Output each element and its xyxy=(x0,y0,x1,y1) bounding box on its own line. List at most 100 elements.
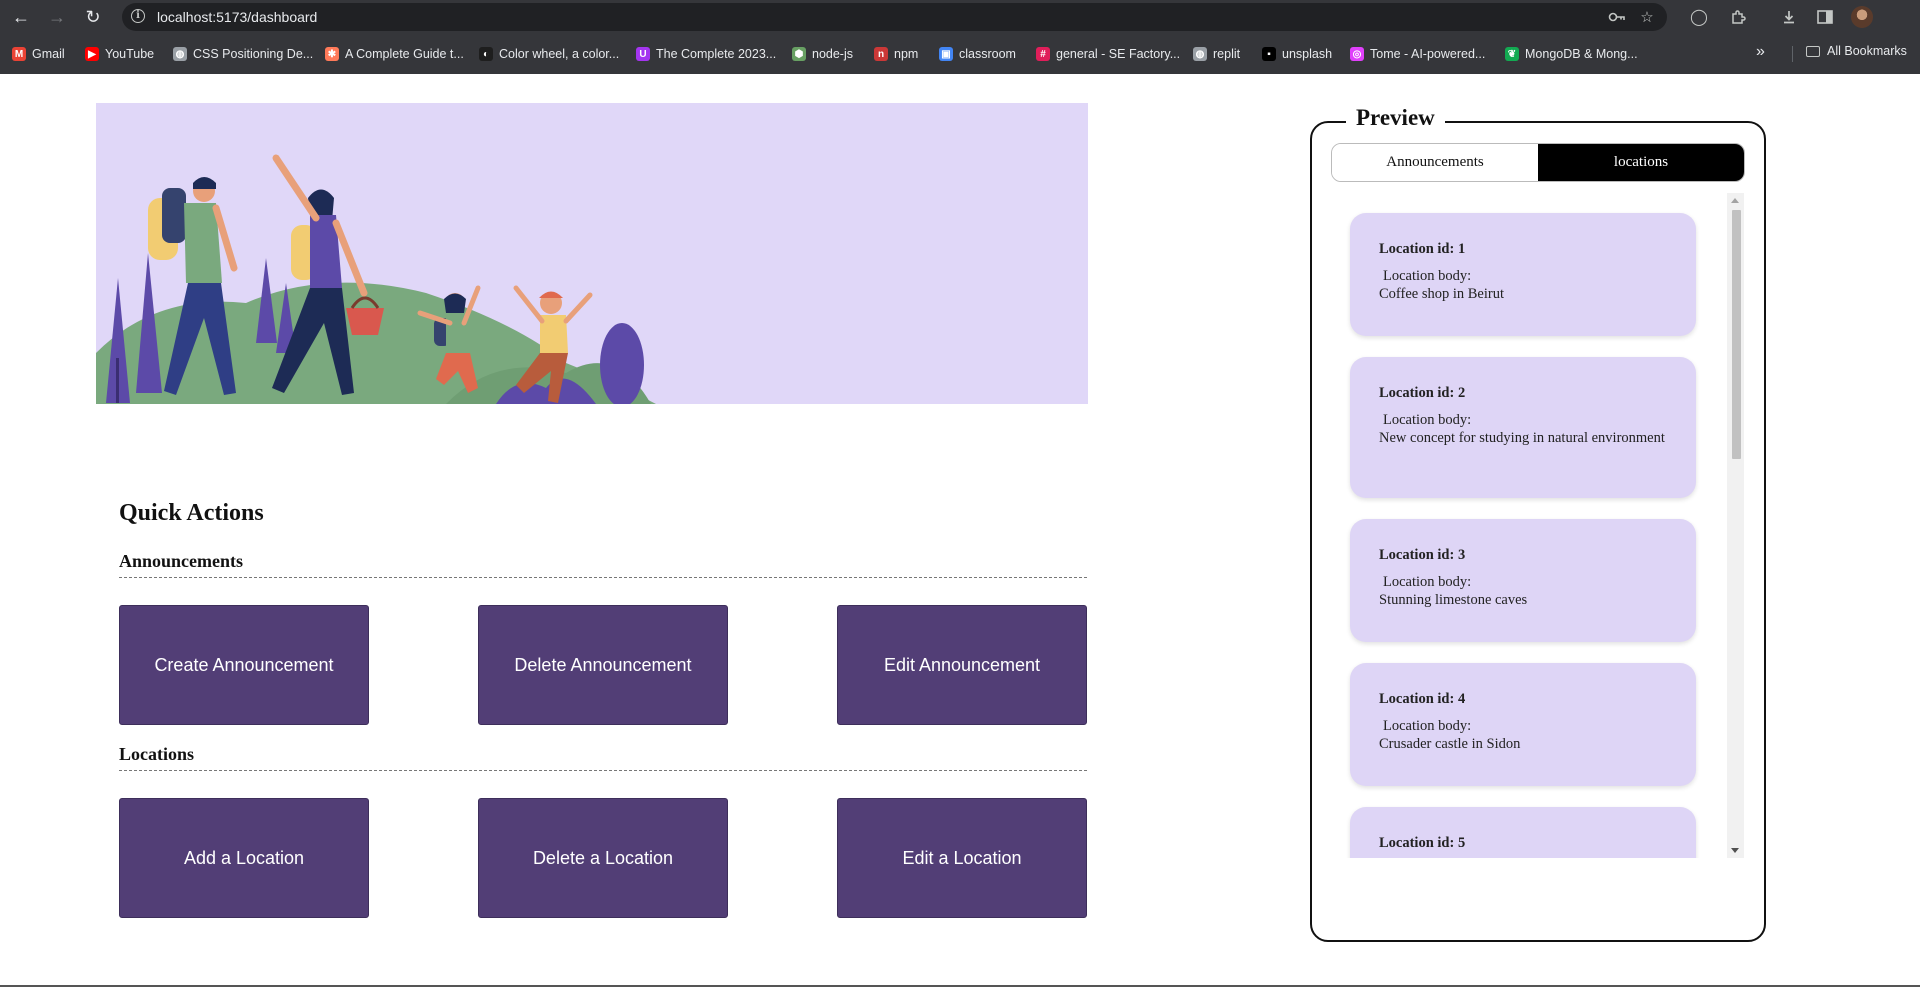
hero-banner xyxy=(96,103,1088,404)
bookmark-label: unsplash xyxy=(1282,47,1333,61)
preview-title: Preview xyxy=(1346,105,1445,131)
bookmark-item[interactable]: ▣ classroom xyxy=(939,44,1016,64)
bookmark-item[interactable]: U The Complete 2023... xyxy=(636,44,776,64)
address-bar[interactable]: i localhost:5173/dashboard ☆ xyxy=(122,3,1667,31)
delete-announcement-button[interactable]: Delete Announcement xyxy=(478,605,728,725)
slack-icon: # xyxy=(1036,47,1050,61)
reload-icon[interactable]: ↻ xyxy=(82,6,104,28)
bookmark-label: A Complete Guide t... xyxy=(345,47,464,61)
create-announcement-button[interactable]: Create Announcement xyxy=(119,605,369,725)
gmail-icon: M xyxy=(12,47,26,61)
location-id-label: Location id: 3 xyxy=(1379,547,1466,563)
location-body-label: Location body: xyxy=(1383,574,1472,590)
all-bookmarks-button[interactable]: All Bookmarks xyxy=(1806,44,1907,58)
all-bookmarks-label: All Bookmarks xyxy=(1827,44,1907,58)
location-id-label: Location id: 4 xyxy=(1379,691,1466,707)
bookmark-label: The Complete 2023... xyxy=(656,47,777,61)
announcements-heading-label: Announcements xyxy=(119,551,244,571)
nodejs-icon: ⬢ xyxy=(792,47,806,61)
bookmark-label: general - SE Factory... xyxy=(1056,47,1181,61)
key-icon[interactable] xyxy=(1607,7,1627,27)
bookmark-item[interactable]: ◍ CSS Positioning De... xyxy=(173,44,313,64)
location-id-label: Location id: 5 xyxy=(1379,835,1466,851)
udemy-icon: U xyxy=(636,47,650,61)
side-panel-icon[interactable] xyxy=(1814,6,1836,28)
bookmark-label: npm xyxy=(894,47,919,61)
adobe-color-icon: ◐ xyxy=(479,47,493,61)
mongodb-icon: ❦ xyxy=(1505,47,1519,61)
delete-location-button[interactable]: Delete a Location xyxy=(478,798,728,918)
folder-icon xyxy=(1806,45,1820,57)
location-body-label: Location body: xyxy=(1383,268,1472,284)
unsplash-icon: ▪ xyxy=(1262,47,1276,61)
profile-avatar[interactable] xyxy=(1851,6,1873,28)
announcements-section-heading: Announcements xyxy=(119,551,1087,578)
location-card: Location id: 3 Location body: Stunning l… xyxy=(1350,519,1696,642)
puzzle-extensions-icon[interactable] xyxy=(1727,6,1749,28)
scroll-thumb[interactable] xyxy=(1732,210,1741,459)
location-body-label: Location body: xyxy=(1383,718,1472,734)
extension-circle-icon[interactable]: ◯ xyxy=(1688,6,1710,28)
location-body-label: Location body: xyxy=(1383,412,1472,428)
address-bar-url[interactable]: localhost:5173/dashboard xyxy=(157,9,317,25)
site-info-icon[interactable]: i xyxy=(131,9,145,23)
location-body-text: Stunning limestone caves xyxy=(1379,592,1528,608)
preview-tabs: Announcements locations xyxy=(1331,143,1745,182)
preview-scrollbar[interactable] xyxy=(1727,193,1744,858)
bookmark-item[interactable]: ⬢ node-js xyxy=(792,44,853,64)
back-arrow-icon[interactable]: ← xyxy=(10,6,32,28)
bookmark-item[interactable]: ❦ MongoDB & Mong... xyxy=(1505,44,1638,64)
youtube-icon: ▶ xyxy=(85,47,99,61)
family-hiking-illustration xyxy=(96,154,656,404)
edit-announcement-button[interactable]: Edit Announcement xyxy=(837,605,1087,725)
bookmarks-bar: M Gmail ▶ YouTube ◍ CSS Positioning De... ✱ A C… xyxy=(0,34,1920,74)
bookmark-item[interactable]: # general - SE Factory... xyxy=(1036,44,1180,64)
scroll-down-arrow-icon[interactable] xyxy=(1731,848,1739,853)
globe-icon: ◍ xyxy=(1193,47,1207,61)
download-icon[interactable] xyxy=(1778,6,1800,28)
edit-location-button[interactable]: Edit a Location xyxy=(837,798,1087,918)
add-location-button[interactable]: Add a Location xyxy=(119,798,369,918)
location-card: Location id: 4 Location body: Crusader c… xyxy=(1350,663,1696,786)
location-body-text: Coffee shop in Beirut xyxy=(1379,286,1504,302)
tab-announcements[interactable]: Announcements xyxy=(1332,144,1538,181)
classroom-icon: ▣ xyxy=(939,47,953,61)
bookmark-item[interactable]: ◐ Color wheel, a color... xyxy=(479,44,619,64)
npm-icon: n xyxy=(874,47,888,61)
bookmark-label: Tome - AI-powered... xyxy=(1370,47,1486,61)
location-card: Location id: 2 Location body: New concep… xyxy=(1350,357,1696,498)
location-body-text: Crusader castle in Sidon xyxy=(1379,736,1521,752)
bookmark-item[interactable]: ▪ unsplash xyxy=(1262,44,1332,64)
star-bookmark-icon[interactable]: ☆ xyxy=(1637,7,1657,27)
location-id-label: Location id: 1 xyxy=(1379,241,1466,257)
scroll-up-arrow-icon[interactable] xyxy=(1731,198,1739,203)
bookmark-label: CSS Positioning De... xyxy=(193,47,314,61)
globe-icon: ◍ xyxy=(173,47,187,61)
locations-list[interactable]: Location id: 1 Location body: Coffee sho… xyxy=(1338,193,1744,858)
bookmark-label: YouTube xyxy=(105,47,155,61)
bookmark-label: Color wheel, a color... xyxy=(499,47,620,61)
forward-arrow-icon[interactable]: → xyxy=(46,6,68,28)
bookmark-item[interactable]: n npm xyxy=(874,44,918,64)
tome-icon: ◎ xyxy=(1350,47,1364,61)
asterisk-icon: ✱ xyxy=(325,47,339,61)
locations-heading-label: Locations xyxy=(119,744,195,764)
bookmark-item[interactable]: ◍ replit xyxy=(1193,44,1240,64)
location-card: Location id: 1 Location body: Coffee sho… xyxy=(1350,213,1696,336)
bookmark-item[interactable]: ✱ A Complete Guide t... xyxy=(325,44,464,64)
bookmark-item[interactable]: M Gmail xyxy=(12,44,65,64)
bookmark-item[interactable]: ◎ Tome - AI-powered... xyxy=(1350,44,1485,64)
locations-section-heading: Locations xyxy=(119,744,1087,771)
bookmark-item[interactable]: ▶ YouTube xyxy=(85,44,154,64)
bookmark-label: replit xyxy=(1213,47,1241,61)
tab-locations[interactable]: locations xyxy=(1538,144,1744,181)
bookmark-label: node-js xyxy=(812,47,853,61)
bookmark-label: Gmail xyxy=(32,47,65,61)
bookmark-label: MongoDB & Mong... xyxy=(1525,47,1638,61)
location-id-label: Location id: 2 xyxy=(1379,385,1466,401)
bookmarks-overflow-chevron-icon[interactable]: » xyxy=(1756,43,1765,61)
browser-toolbar: ← → ↻ i localhost:5173/dashboard ☆ ◯ xyxy=(0,0,1920,34)
location-body-text: New concept for studying in natural envi… xyxy=(1379,430,1665,446)
bookmarks-divider xyxy=(1792,46,1793,62)
location-card: Location id: 5 xyxy=(1350,807,1696,858)
